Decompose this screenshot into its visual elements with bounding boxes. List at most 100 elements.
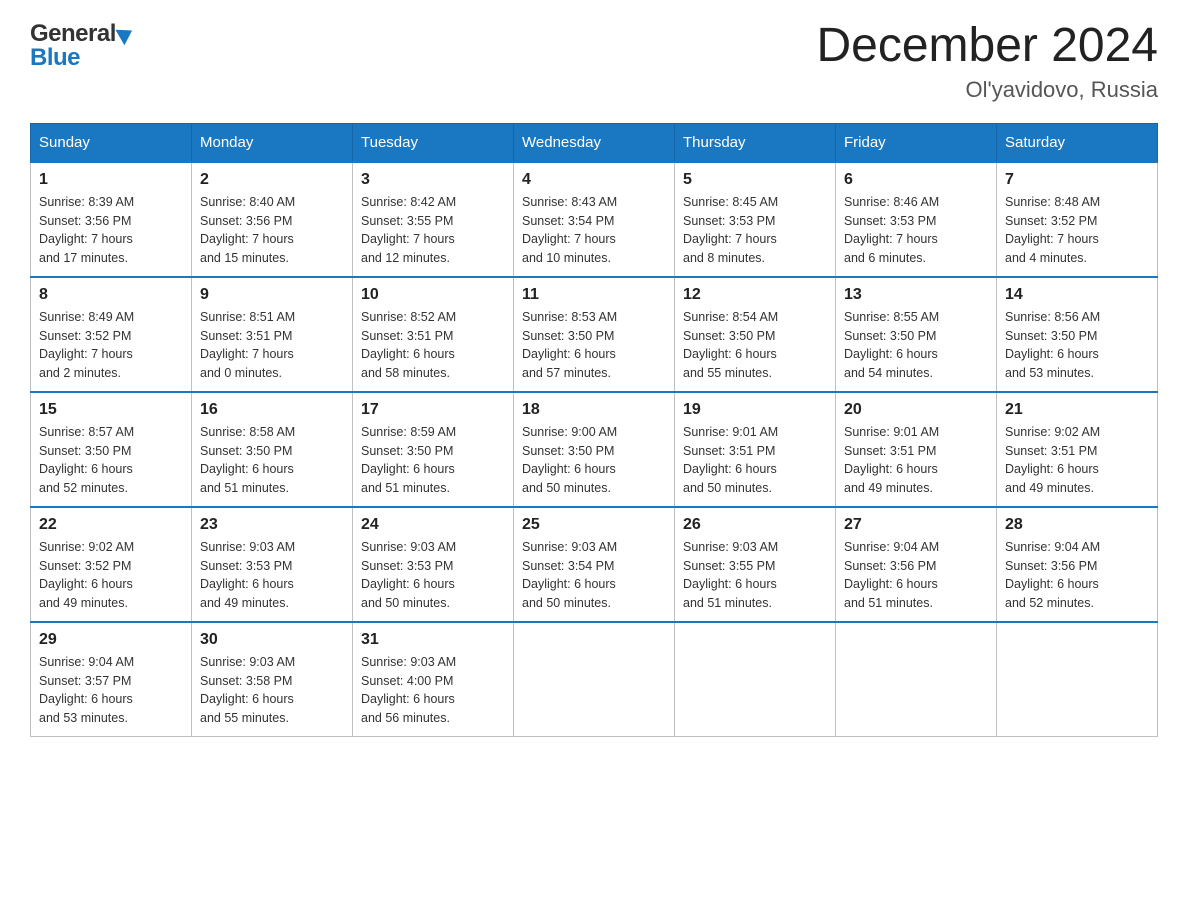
day-number: 26: [683, 516, 827, 534]
calendar-cell: 1 Sunrise: 8:39 AM Sunset: 3:56 PM Dayli…: [31, 162, 192, 277]
calendar-cell: 12 Sunrise: 8:54 AM Sunset: 3:50 PM Dayl…: [675, 277, 836, 392]
calendar-cell: [836, 622, 997, 737]
day-info: Sunrise: 8:39 AM Sunset: 3:56 PM Dayligh…: [39, 193, 183, 268]
day-info: Sunrise: 9:03 AM Sunset: 3:54 PM Dayligh…: [522, 538, 666, 613]
day-number: 18: [522, 401, 666, 419]
day-info: Sunrise: 9:03 AM Sunset: 4:00 PM Dayligh…: [361, 653, 505, 728]
day-number: 7: [1005, 171, 1149, 189]
calendar-cell: [675, 622, 836, 737]
calendar-week-4: 22 Sunrise: 9:02 AM Sunset: 3:52 PM Dayl…: [31, 507, 1158, 622]
calendar-week-1: 1 Sunrise: 8:39 AM Sunset: 3:56 PM Dayli…: [31, 162, 1158, 277]
calendar-cell: 14 Sunrise: 8:56 AM Sunset: 3:50 PM Dayl…: [997, 277, 1158, 392]
calendar-cell: 9 Sunrise: 8:51 AM Sunset: 3:51 PM Dayli…: [192, 277, 353, 392]
day-info: Sunrise: 9:00 AM Sunset: 3:50 PM Dayligh…: [522, 423, 666, 498]
calendar-cell: 13 Sunrise: 8:55 AM Sunset: 3:50 PM Dayl…: [836, 277, 997, 392]
logo-blue-text: Blue: [30, 44, 80, 72]
day-number: 16: [200, 401, 344, 419]
calendar-cell: 3 Sunrise: 8:42 AM Sunset: 3:55 PM Dayli…: [353, 162, 514, 277]
day-info: Sunrise: 8:55 AM Sunset: 3:50 PM Dayligh…: [844, 308, 988, 383]
calendar-cell: 20 Sunrise: 9:01 AM Sunset: 3:51 PM Dayl…: [836, 392, 997, 507]
day-number: 6: [844, 171, 988, 189]
day-number: 9: [200, 286, 344, 304]
day-info: Sunrise: 9:01 AM Sunset: 3:51 PM Dayligh…: [844, 423, 988, 498]
day-info: Sunrise: 9:02 AM Sunset: 3:51 PM Dayligh…: [1005, 423, 1149, 498]
day-info: Sunrise: 9:04 AM Sunset: 3:56 PM Dayligh…: [1005, 538, 1149, 613]
day-info: Sunrise: 8:53 AM Sunset: 3:50 PM Dayligh…: [522, 308, 666, 383]
calendar-cell: 21 Sunrise: 9:02 AM Sunset: 3:51 PM Dayl…: [997, 392, 1158, 507]
calendar-cell: 18 Sunrise: 9:00 AM Sunset: 3:50 PM Dayl…: [514, 392, 675, 507]
calendar-cell: 8 Sunrise: 8:49 AM Sunset: 3:52 PM Dayli…: [31, 277, 192, 392]
header-sunday: Sunday: [31, 123, 192, 162]
day-info: Sunrise: 8:48 AM Sunset: 3:52 PM Dayligh…: [1005, 193, 1149, 268]
day-number: 20: [844, 401, 988, 419]
calendar-cell: 16 Sunrise: 8:58 AM Sunset: 3:50 PM Dayl…: [192, 392, 353, 507]
calendar-cell: 30 Sunrise: 9:03 AM Sunset: 3:58 PM Dayl…: [192, 622, 353, 737]
calendar-cell: 11 Sunrise: 8:53 AM Sunset: 3:50 PM Dayl…: [514, 277, 675, 392]
calendar-cell: 25 Sunrise: 9:03 AM Sunset: 3:54 PM Dayl…: [514, 507, 675, 622]
day-info: Sunrise: 9:03 AM Sunset: 3:58 PM Dayligh…: [200, 653, 344, 728]
day-info: Sunrise: 8:43 AM Sunset: 3:54 PM Dayligh…: [522, 193, 666, 268]
day-info: Sunrise: 8:45 AM Sunset: 3:53 PM Dayligh…: [683, 193, 827, 268]
title-section: December 2024 Ol'yavidovo, Russia: [816, 20, 1158, 103]
day-number: 24: [361, 516, 505, 534]
day-info: Sunrise: 9:04 AM Sunset: 3:57 PM Dayligh…: [39, 653, 183, 728]
day-number: 12: [683, 286, 827, 304]
header-tuesday: Tuesday: [353, 123, 514, 162]
calendar-cell: 27 Sunrise: 9:04 AM Sunset: 3:56 PM Dayl…: [836, 507, 997, 622]
day-info: Sunrise: 8:51 AM Sunset: 3:51 PM Dayligh…: [200, 308, 344, 383]
header-saturday: Saturday: [997, 123, 1158, 162]
header-monday: Monday: [192, 123, 353, 162]
day-number: 5: [683, 171, 827, 189]
day-number: 10: [361, 286, 505, 304]
day-number: 19: [683, 401, 827, 419]
day-number: 4: [522, 171, 666, 189]
day-info: Sunrise: 9:03 AM Sunset: 3:53 PM Dayligh…: [200, 538, 344, 613]
day-info: Sunrise: 8:52 AM Sunset: 3:51 PM Dayligh…: [361, 308, 505, 383]
day-number: 22: [39, 516, 183, 534]
calendar-cell: 29 Sunrise: 9:04 AM Sunset: 3:57 PM Dayl…: [31, 622, 192, 737]
calendar-cell: 2 Sunrise: 8:40 AM Sunset: 3:56 PM Dayli…: [192, 162, 353, 277]
day-info: Sunrise: 8:58 AM Sunset: 3:50 PM Dayligh…: [200, 423, 344, 498]
calendar-cell: 22 Sunrise: 9:02 AM Sunset: 3:52 PM Dayl…: [31, 507, 192, 622]
calendar-cell: 4 Sunrise: 8:43 AM Sunset: 3:54 PM Dayli…: [514, 162, 675, 277]
day-number: 14: [1005, 286, 1149, 304]
day-info: Sunrise: 8:54 AM Sunset: 3:50 PM Dayligh…: [683, 308, 827, 383]
day-number: 28: [1005, 516, 1149, 534]
calendar-table: Sunday Monday Tuesday Wednesday Thursday…: [30, 123, 1158, 737]
day-number: 25: [522, 516, 666, 534]
calendar-week-3: 15 Sunrise: 8:57 AM Sunset: 3:50 PM Dayl…: [31, 392, 1158, 507]
calendar-cell: 31 Sunrise: 9:03 AM Sunset: 4:00 PM Dayl…: [353, 622, 514, 737]
day-info: Sunrise: 8:40 AM Sunset: 3:56 PM Dayligh…: [200, 193, 344, 268]
header-friday: Friday: [836, 123, 997, 162]
calendar-cell: [997, 622, 1158, 737]
day-number: 3: [361, 171, 505, 189]
header-thursday: Thursday: [675, 123, 836, 162]
calendar-cell: 7 Sunrise: 8:48 AM Sunset: 3:52 PM Dayli…: [997, 162, 1158, 277]
day-number: 1: [39, 171, 183, 189]
day-info: Sunrise: 8:49 AM Sunset: 3:52 PM Dayligh…: [39, 308, 183, 383]
day-info: Sunrise: 8:46 AM Sunset: 3:53 PM Dayligh…: [844, 193, 988, 268]
calendar-cell: 19 Sunrise: 9:01 AM Sunset: 3:51 PM Dayl…: [675, 392, 836, 507]
calendar-cell: 24 Sunrise: 9:03 AM Sunset: 3:53 PM Dayl…: [353, 507, 514, 622]
logo-arrow-icon: [115, 23, 136, 46]
day-number: 31: [361, 631, 505, 649]
calendar-cell: 26 Sunrise: 9:03 AM Sunset: 3:55 PM Dayl…: [675, 507, 836, 622]
calendar-cell: 17 Sunrise: 8:59 AM Sunset: 3:50 PM Dayl…: [353, 392, 514, 507]
calendar-cell: [514, 622, 675, 737]
day-info: Sunrise: 9:02 AM Sunset: 3:52 PM Dayligh…: [39, 538, 183, 613]
day-number: 30: [200, 631, 344, 649]
day-number: 27: [844, 516, 988, 534]
day-info: Sunrise: 8:42 AM Sunset: 3:55 PM Dayligh…: [361, 193, 505, 268]
logo: General Blue: [30, 20, 133, 72]
calendar-week-5: 29 Sunrise: 9:04 AM Sunset: 3:57 PM Dayl…: [31, 622, 1158, 737]
day-number: 23: [200, 516, 344, 534]
calendar-cell: 23 Sunrise: 9:03 AM Sunset: 3:53 PM Dayl…: [192, 507, 353, 622]
location-title: Ol'yavidovo, Russia: [816, 77, 1158, 103]
day-info: Sunrise: 9:03 AM Sunset: 3:55 PM Dayligh…: [683, 538, 827, 613]
calendar-cell: 5 Sunrise: 8:45 AM Sunset: 3:53 PM Dayli…: [675, 162, 836, 277]
calendar-cell: 15 Sunrise: 8:57 AM Sunset: 3:50 PM Dayl…: [31, 392, 192, 507]
day-info: Sunrise: 9:04 AM Sunset: 3:56 PM Dayligh…: [844, 538, 988, 613]
day-number: 8: [39, 286, 183, 304]
day-number: 2: [200, 171, 344, 189]
day-info: Sunrise: 8:59 AM Sunset: 3:50 PM Dayligh…: [361, 423, 505, 498]
